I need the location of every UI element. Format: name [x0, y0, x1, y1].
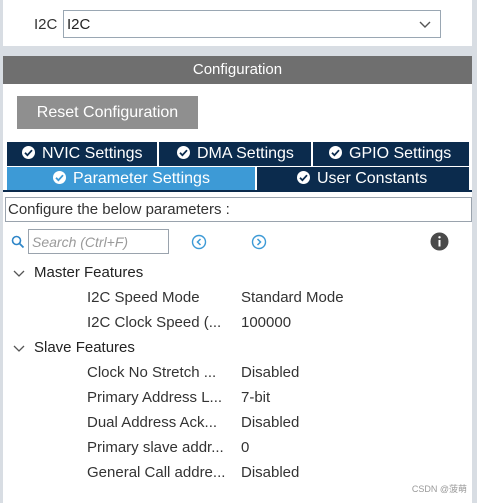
- mode-label: I2C: [34, 16, 58, 33]
- search-icon: [11, 235, 25, 249]
- param-name: Primary slave addr...: [87, 439, 224, 456]
- param-name: General Call addre...: [87, 464, 226, 481]
- mode-select[interactable]: I2C: [63, 10, 441, 38]
- tab-user-constants[interactable]: User Constants: [257, 167, 469, 191]
- tab-label: Parameter Settings: [73, 170, 210, 187]
- param-name: Clock No Stretch ...: [87, 364, 217, 381]
- param-value[interactable]: 100000: [241, 314, 291, 331]
- previous-match-icon[interactable]: [191, 234, 207, 250]
- param-name: Primary Address L...: [87, 389, 223, 406]
- param-value[interactable]: Disabled: [241, 464, 299, 481]
- check-circle-icon: [22, 146, 35, 159]
- chevron-down-icon: [13, 270, 25, 277]
- right-frame-border: [472, 0, 477, 503]
- param-value[interactable]: 0: [241, 439, 249, 456]
- check-circle-icon: [53, 171, 66, 184]
- check-circle-icon: [297, 171, 310, 184]
- check-circle-icon: [177, 146, 190, 159]
- param-name: I2C Clock Speed (...: [87, 314, 222, 331]
- configuration-header: Configuration: [3, 56, 472, 84]
- param-value[interactable]: Standard Mode: [241, 289, 344, 306]
- group-label: Slave Features: [34, 339, 135, 356]
- watermark: CSDN @菠萌: [411, 484, 467, 494]
- group-label: Master Features: [34, 264, 144, 281]
- tab-gpio-settings[interactable]: GPIO Settings: [313, 142, 469, 166]
- reset-configuration-button[interactable]: Reset Configuration: [17, 96, 198, 129]
- search-field[interactable]: [28, 229, 169, 254]
- param-value[interactable]: 7-bit: [241, 389, 270, 406]
- next-match-icon[interactable]: [251, 234, 267, 250]
- tab-nvic-settings[interactable]: NVIC Settings: [7, 142, 157, 166]
- instructions-text: Configure the below parameters :: [5, 197, 472, 222]
- tab-label: DMA Settings: [197, 145, 294, 162]
- check-circle-icon: [329, 146, 342, 159]
- tab-label: User Constants: [317, 170, 428, 187]
- separator-band: [3, 46, 472, 56]
- tab-label: GPIO Settings: [349, 145, 452, 162]
- tab-label: NVIC Settings: [42, 145, 143, 162]
- search-input[interactable]: [32, 231, 166, 252]
- mode-select-value: I2C: [67, 16, 91, 33]
- param-value[interactable]: Disabled: [241, 364, 299, 381]
- chevron-down-icon: [419, 21, 431, 28]
- tab-parameter-settings[interactable]: Parameter Settings: [7, 167, 255, 191]
- param-name: Dual Address Ack...: [87, 414, 218, 431]
- info-icon[interactable]: [430, 232, 449, 251]
- param-value[interactable]: Disabled: [241, 414, 299, 431]
- chevron-down-icon: [13, 345, 25, 352]
- tab-dma-settings[interactable]: DMA Settings: [159, 142, 311, 166]
- param-name: I2C Speed Mode: [87, 289, 200, 306]
- tabs-underline: [3, 190, 472, 192]
